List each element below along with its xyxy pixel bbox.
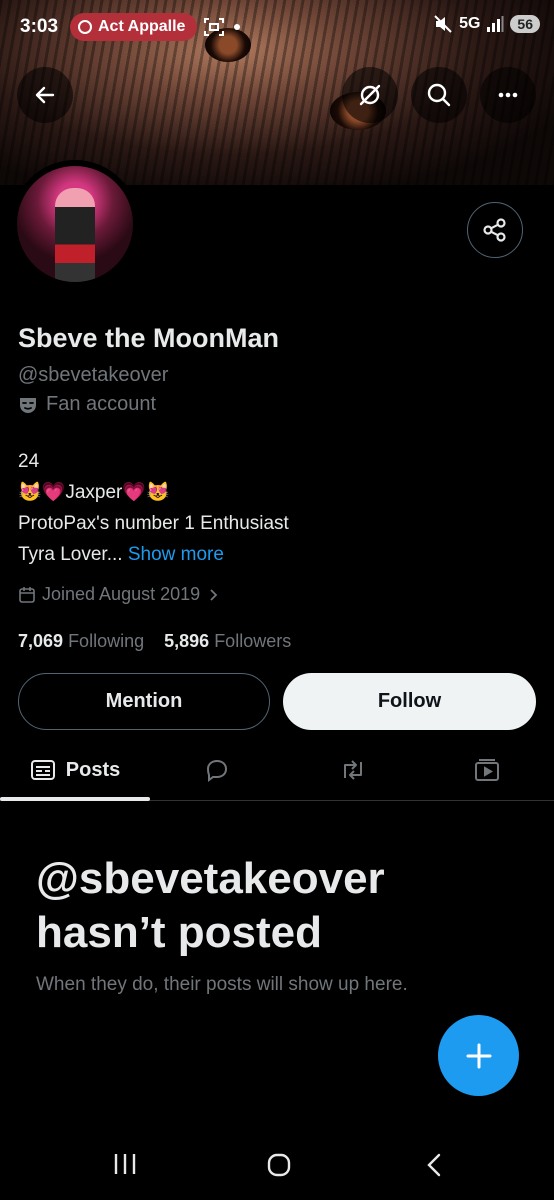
user-handle: @sbevetakeover xyxy=(18,364,169,386)
bio-line-last: Tyra Lover... Show more xyxy=(18,539,289,570)
chevron-right-icon xyxy=(210,588,218,601)
mute-icon xyxy=(434,15,452,33)
following-link[interactable]: 7,069 Following xyxy=(18,631,144,651)
compose-button[interactable] xyxy=(438,1015,519,1096)
follow-counts: 7,069 Following 5,896 Followers xyxy=(18,631,291,652)
tab-media[interactable] xyxy=(450,740,524,800)
show-more-link[interactable]: Show more xyxy=(128,544,224,565)
screenshot-icon xyxy=(204,18,224,36)
grok-icon xyxy=(359,84,381,106)
notification-pill[interactable]: Act Appalle xyxy=(70,13,198,41)
reply-icon xyxy=(206,759,228,782)
more-button[interactable] xyxy=(480,67,536,123)
arrow-left-icon xyxy=(35,86,55,104)
home-icon xyxy=(267,1153,291,1177)
search-button[interactable] xyxy=(411,67,467,123)
tab-replies[interactable] xyxy=(180,740,254,800)
battery-indicator: 56 xyxy=(510,15,540,33)
calendar-icon xyxy=(19,586,35,603)
search-icon xyxy=(427,83,451,107)
more-icon xyxy=(498,92,518,98)
grok-button[interactable] xyxy=(342,67,398,123)
empty-state-subtitle: When they do, their posts will show up h… xyxy=(36,974,408,995)
follow-button[interactable]: Follow xyxy=(283,673,536,730)
signal-icon xyxy=(487,16,504,32)
followers-label: Followers xyxy=(214,631,292,651)
system-back-button[interactable] xyxy=(424,1152,444,1183)
bio-last-text: Tyra Lover... xyxy=(18,544,123,565)
profile-tabs: Posts xyxy=(0,740,554,801)
media-icon xyxy=(475,759,499,781)
following-count: 7,069 xyxy=(18,631,64,651)
notification-text: Act Appalle xyxy=(98,18,186,35)
avatar-image xyxy=(17,166,133,282)
plus-icon xyxy=(466,1043,491,1068)
followers-link[interactable]: 5,896 Followers xyxy=(164,631,291,651)
network-label: 5G xyxy=(459,15,481,32)
empty-title-line: hasn’t posted xyxy=(36,908,323,957)
recent-apps-icon xyxy=(114,1154,136,1174)
status-dot-icon xyxy=(234,24,240,30)
tab-posts-label: Posts xyxy=(65,758,121,781)
category-label: Fan account xyxy=(46,393,157,415)
share-button[interactable] xyxy=(467,202,523,258)
empty-title-line: @sbevetakeover xyxy=(36,854,385,903)
back-button[interactable] xyxy=(17,67,73,123)
status-right: 5G 56 xyxy=(433,14,540,34)
status-time: 3:03 xyxy=(20,16,59,37)
display-name: Sbeve the MoonMan xyxy=(18,323,280,353)
joined-label: Joined August 2019 xyxy=(42,584,201,604)
empty-state-title: @sbevetakeover hasn’t posted xyxy=(36,852,385,960)
chevron-left-icon xyxy=(427,1153,441,1177)
bio-line: 24 xyxy=(18,451,40,472)
recent-apps-button[interactable] xyxy=(112,1152,138,1181)
home-button[interactable] xyxy=(266,1152,292,1183)
followers-count: 5,896 xyxy=(164,631,210,651)
posts-icon xyxy=(30,760,55,780)
bio-line: 😻💗Jaxper💗😻 xyxy=(18,482,170,503)
mask-icon xyxy=(20,397,36,413)
status-bar: 3:03 Act Appalle 5G 56 xyxy=(0,0,554,56)
system-nav-bar xyxy=(0,1130,554,1200)
avatar[interactable] xyxy=(11,160,139,288)
share-icon xyxy=(483,218,506,242)
bio-line: ProtoPax's number 1 Enthusiast xyxy=(18,513,289,534)
tab-reposts[interactable] xyxy=(316,740,390,800)
active-tab-indicator xyxy=(0,797,150,801)
mention-button[interactable]: Mention xyxy=(18,673,270,730)
account-category: Fan account xyxy=(18,393,156,416)
joined-date[interactable]: Joined August 2019 xyxy=(18,584,220,605)
repost-icon xyxy=(344,760,362,780)
bio: 24 😻💗Jaxper💗😻 ProtoPax's number 1 Enthus… xyxy=(18,446,289,570)
tab-posts[interactable]: Posts xyxy=(0,740,150,801)
record-icon xyxy=(78,20,92,34)
following-label: Following xyxy=(68,631,145,651)
